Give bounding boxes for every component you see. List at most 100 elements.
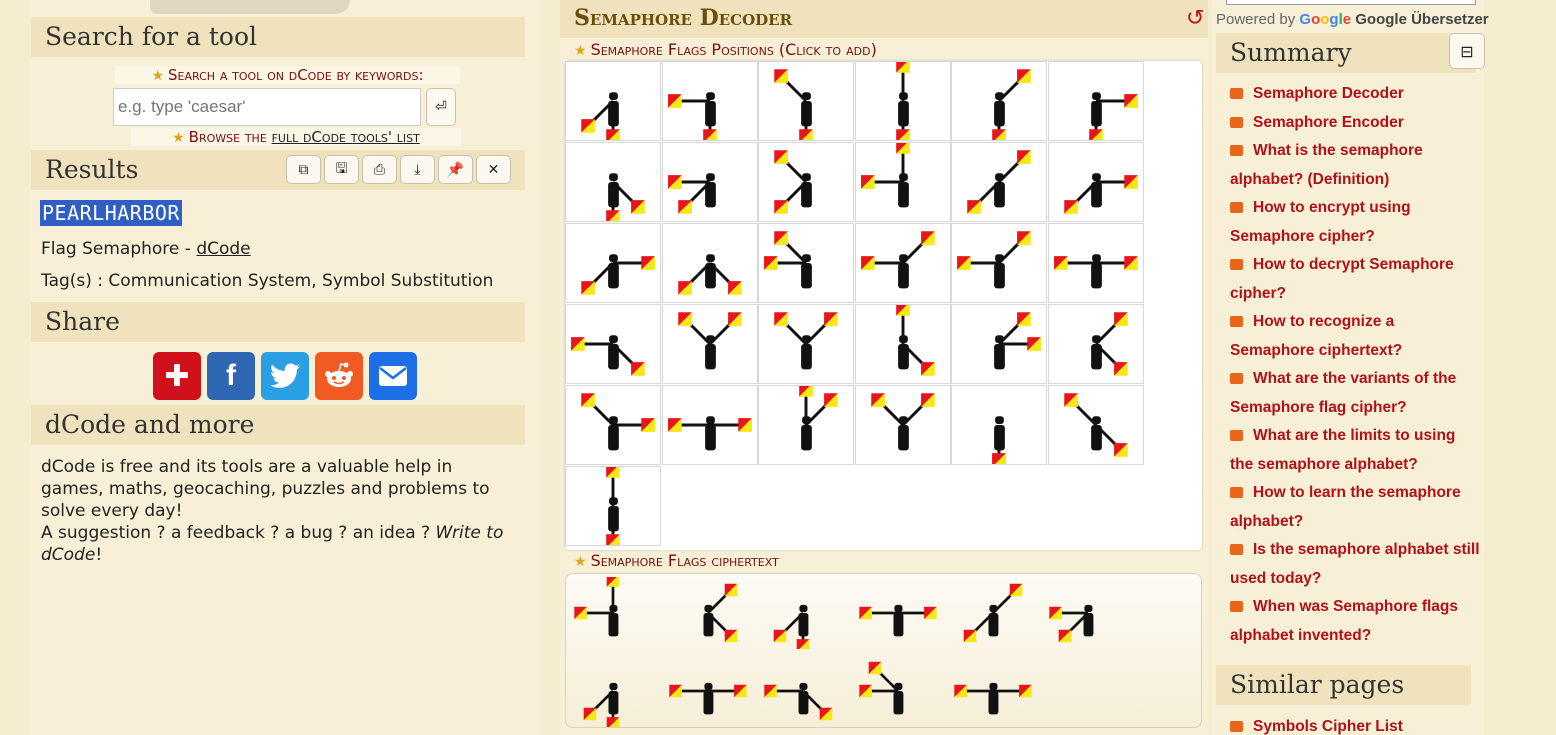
flag-position-button[interactable] xyxy=(758,61,854,143)
flag-position-button[interactable] xyxy=(951,304,1047,384)
google-translate-credit: Powered by Google Google Übersetzer xyxy=(1216,11,1489,28)
ciphertext-flag[interactable] xyxy=(850,577,946,649)
close-icon[interactable]: ✕ xyxy=(476,155,511,184)
arrow-icon xyxy=(1230,202,1243,213)
flag-position-button[interactable] xyxy=(1047,385,1144,465)
ciphertext-flag[interactable] xyxy=(850,655,946,727)
result-source: Flag Semaphore - dCode xyxy=(41,239,251,259)
ciphertext-flag[interactable] xyxy=(755,655,851,727)
flag-position-button[interactable] xyxy=(1047,142,1144,222)
star-icon: ★ xyxy=(151,68,165,84)
summary-item[interactable]: How to decrypt Semaphore cipher? xyxy=(1230,251,1480,308)
result-tags: Tag(s) : Communication System, Symbol Su… xyxy=(41,271,494,291)
arrow-icon xyxy=(1230,373,1243,384)
ciphertext-flag[interactable] xyxy=(565,655,661,730)
flag-position-button[interactable] xyxy=(758,142,854,222)
flags-label: ★ Semaphore Flags Positions (Click to add… xyxy=(574,40,877,59)
flag-position-button[interactable] xyxy=(661,223,758,303)
flag-position-button[interactable] xyxy=(565,223,661,303)
search-header: Search for a tool xyxy=(31,17,525,57)
search-input[interactable] xyxy=(113,88,421,126)
summary-item[interactable]: How to recognize a Semaphore ciphertext? xyxy=(1230,308,1480,365)
summary-item[interactable]: What are the limits to using the semapho… xyxy=(1230,422,1480,479)
dcode-link[interactable]: dCode xyxy=(196,239,250,259)
flag-position-button[interactable] xyxy=(565,304,661,384)
flag-position-button[interactable] xyxy=(1047,223,1144,303)
logo-fragment xyxy=(150,0,350,14)
twitter-icon[interactable] xyxy=(261,352,309,400)
more-text: dCode is free and its tools are a valuab… xyxy=(41,457,490,521)
floppy-icon[interactable]: 🖫 xyxy=(324,155,359,184)
flag-position-button[interactable] xyxy=(661,304,758,384)
flag-position-button[interactable] xyxy=(565,61,661,143)
ciphertext-flag[interactable] xyxy=(1040,577,1136,649)
reddit-icon[interactable] xyxy=(315,352,363,400)
flag-position-button[interactable] xyxy=(758,383,854,465)
star-icon: ★ xyxy=(172,130,185,146)
summary-item[interactable]: Semaphore Encoder xyxy=(1230,109,1480,138)
summary-header: Summary xyxy=(1216,33,1476,73)
summary-item[interactable]: What are the variants of the Semaphore f… xyxy=(1230,365,1480,422)
pin-icon[interactable]: 📌 xyxy=(438,155,473,184)
flag-position-button[interactable] xyxy=(854,223,951,303)
print-icon[interactable]: ⎙ xyxy=(362,155,397,184)
summary-item[interactable]: Is the semaphore alphabet still used tod… xyxy=(1230,536,1480,593)
flag-position-button[interactable] xyxy=(661,61,758,143)
arrow-icon xyxy=(1230,88,1243,99)
refresh-icon[interactable]: ↺ xyxy=(1186,6,1204,31)
flag-position-button[interactable] xyxy=(951,223,1047,303)
flag-position-button[interactable] xyxy=(661,385,758,465)
flag-position-button[interactable] xyxy=(661,142,758,222)
flag-position-button[interactable] xyxy=(951,142,1047,222)
ciphertext-label: ★ Semaphore Flags ciphertext xyxy=(574,551,779,570)
arrow-icon xyxy=(1230,259,1243,270)
download-icon[interactable]: ⤓ xyxy=(400,155,435,184)
ciphertext-flag[interactable] xyxy=(565,574,661,649)
summary-item[interactable]: How to learn the semaphore alphabet? xyxy=(1230,479,1480,536)
flag-position-button[interactable] xyxy=(758,304,854,384)
ciphertext-flag[interactable] xyxy=(945,655,1041,727)
flag-position-button[interactable] xyxy=(951,61,1047,143)
ciphertext-flag[interactable] xyxy=(660,655,756,727)
copy-icon[interactable]: ⧉ xyxy=(286,155,321,184)
flag-position-button[interactable] xyxy=(1047,61,1144,143)
flag-position-button[interactable] xyxy=(854,302,951,384)
ciphertext-flag[interactable] xyxy=(660,577,756,649)
facebook-icon[interactable]: f xyxy=(207,352,255,400)
addthis-plus-icon[interactable]: ✚ xyxy=(153,352,201,400)
reddit-alien xyxy=(325,362,353,387)
collapse-summary-button[interactable]: ⊟ xyxy=(1449,33,1485,69)
arrow-icon xyxy=(1230,117,1243,128)
similar-item[interactable]: Symbols Cipher List xyxy=(1230,713,1480,735)
arrow-icon xyxy=(1230,544,1243,555)
flag-position-button[interactable] xyxy=(951,385,1047,467)
ciphertext-flag[interactable] xyxy=(755,577,851,652)
flag-position-button[interactable] xyxy=(565,142,661,224)
similar-header: Similar pages xyxy=(1216,665,1471,705)
result-value[interactable]: PEARLHARBOR xyxy=(40,200,182,226)
summary-item[interactable]: How to encrypt using Semaphore cipher? xyxy=(1230,194,1480,251)
flag-position-button[interactable] xyxy=(854,140,951,222)
star-icon: ★ xyxy=(574,554,587,570)
envelope xyxy=(379,366,407,386)
search-submit-button[interactable]: ⏎ xyxy=(426,88,456,126)
flag-position-button[interactable] xyxy=(854,385,951,465)
arrow-icon xyxy=(1230,430,1243,441)
flag-position-button[interactable] xyxy=(1047,304,1144,384)
flag-position-button[interactable] xyxy=(565,464,661,548)
flag-position-button[interactable] xyxy=(758,223,854,303)
arrow-icon xyxy=(1230,487,1243,498)
google-logo: Google xyxy=(1299,11,1352,28)
summary-item[interactable]: When was Semaphore flags alphabet invent… xyxy=(1230,593,1480,650)
arrow-icon xyxy=(1230,601,1243,612)
flag-position-button[interactable] xyxy=(854,59,951,143)
translate-box[interactable] xyxy=(1226,0,1476,5)
ciphertext-flag[interactable] xyxy=(945,577,1041,649)
summary-item[interactable]: Semaphore Decoder xyxy=(1230,80,1480,109)
email-icon[interactable] xyxy=(369,352,417,400)
search-label: ★ Search a tool on dCode by keywords: xyxy=(115,66,460,84)
summary-item[interactable]: What is the semaphore alphabet? (Definit… xyxy=(1230,137,1480,194)
flag-position-button[interactable] xyxy=(565,385,661,465)
more-header: dCode and more xyxy=(31,405,525,445)
full-tools-list-link[interactable]: full dCode tools' list xyxy=(272,128,420,146)
